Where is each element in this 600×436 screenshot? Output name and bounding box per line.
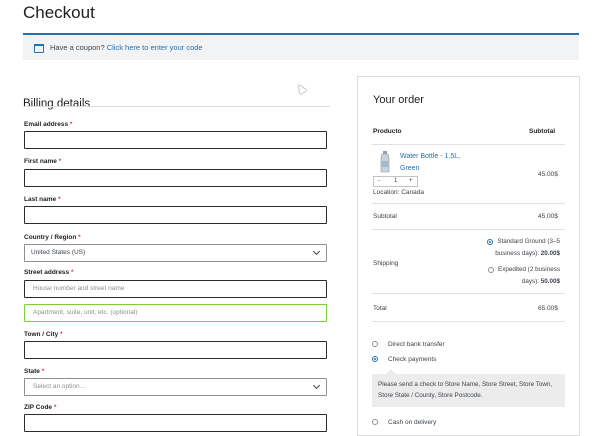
coupon-text: Have a coupon? Click here to enter your …: [50, 43, 203, 52]
subtotal-value: 45.00$: [538, 213, 558, 220]
divider: [372, 203, 565, 204]
qty-value[interactable]: 1: [394, 178, 397, 184]
state-select[interactable]: Select an option…: [24, 378, 327, 396]
email-label: Email address *: [24, 121, 73, 128]
first-name-label: First name *: [24, 158, 62, 165]
country-select[interactable]: United States (US): [24, 244, 327, 262]
city-field[interactable]: [24, 341, 327, 359]
coupon-link[interactable]: Click here to enter your code: [107, 43, 203, 52]
city-label: Town / City *: [24, 331, 63, 338]
street-label: Street address *: [24, 269, 74, 276]
payment-cod-label[interactable]: Cash on delivery: [388, 419, 436, 426]
qty-minus-button[interactable]: -: [378, 178, 380, 184]
shipping-label: Shipping: [373, 260, 399, 267]
street-placeholder: House number and street name: [33, 285, 125, 292]
last-name-field[interactable]: [24, 206, 327, 224]
billing-title: Billing details: [23, 97, 91, 110]
apartment-placeholder: Apartment, suite, unit, etc. (optional): [33, 309, 138, 316]
qty-plus-button[interactable]: +: [409, 178, 413, 184]
total-value: 65.00$: [538, 305, 558, 312]
mouse-cursor-icon: [295, 82, 307, 95]
divider: [372, 144, 565, 145]
total-label: Total: [373, 305, 387, 312]
divider: [23, 106, 330, 107]
chevron-down-icon: [312, 247, 321, 256]
divider: [372, 293, 565, 294]
quantity-stepper[interactable]: - 1 +: [373, 176, 418, 187]
zip-label: ZIP Code *: [24, 404, 57, 411]
zip-field[interactable]: [24, 414, 327, 432]
country-label: Country / Region *: [24, 234, 81, 241]
payment-bank-radio[interactable]: [372, 341, 378, 347]
country-value: United States (US): [31, 249, 86, 256]
shipping-standard-option[interactable]: Standard Ground (3–5 business days): 20.…: [478, 236, 560, 260]
payment-check-radio[interactable]: [372, 356, 378, 362]
shipping-expedited-option[interactable]: Expedited (2 business days): 50.00$: [478, 264, 560, 288]
payment-description: Please send a check to Store Name, Store…: [372, 369, 565, 407]
payment-bank-label[interactable]: Direct bank transfer: [388, 341, 445, 348]
payment-cod-radio[interactable]: [372, 419, 378, 425]
col-product-header: Producto: [373, 128, 402, 135]
state-placeholder: Select an option…: [33, 383, 87, 390]
first-name-field[interactable]: [24, 169, 327, 187]
item-location: Location: Canada: [373, 189, 424, 196]
street-address-field[interactable]: House number and street name: [24, 280, 327, 298]
product-name-link[interactable]: Water Bottle - 1.5L, Green: [400, 151, 480, 175]
divider: [372, 229, 565, 230]
coupon-prefix: Have a coupon?: [50, 43, 105, 52]
payment-check-label[interactable]: Check payments: [388, 356, 436, 363]
item-price: 45.00$: [538, 171, 558, 178]
subtotal-label: Subtotal: [373, 213, 397, 220]
coupon-notice: Have a coupon? Click here to enter your …: [23, 33, 579, 60]
chevron-down-icon: [312, 381, 321, 390]
col-subtotal-header: Subtotal: [529, 128, 555, 135]
last-name-label: Last name *: [24, 196, 61, 203]
email-field[interactable]: [24, 131, 327, 149]
divider: [372, 321, 565, 322]
apartment-field[interactable]: Apartment, suite, unit, etc. (optional): [24, 304, 327, 322]
order-title: Your order: [373, 94, 424, 106]
product-thumbnail: [380, 151, 390, 173]
page-title: Checkout: [23, 3, 95, 22]
state-label: State *: [24, 368, 45, 375]
calendar-icon: [34, 44, 44, 53]
